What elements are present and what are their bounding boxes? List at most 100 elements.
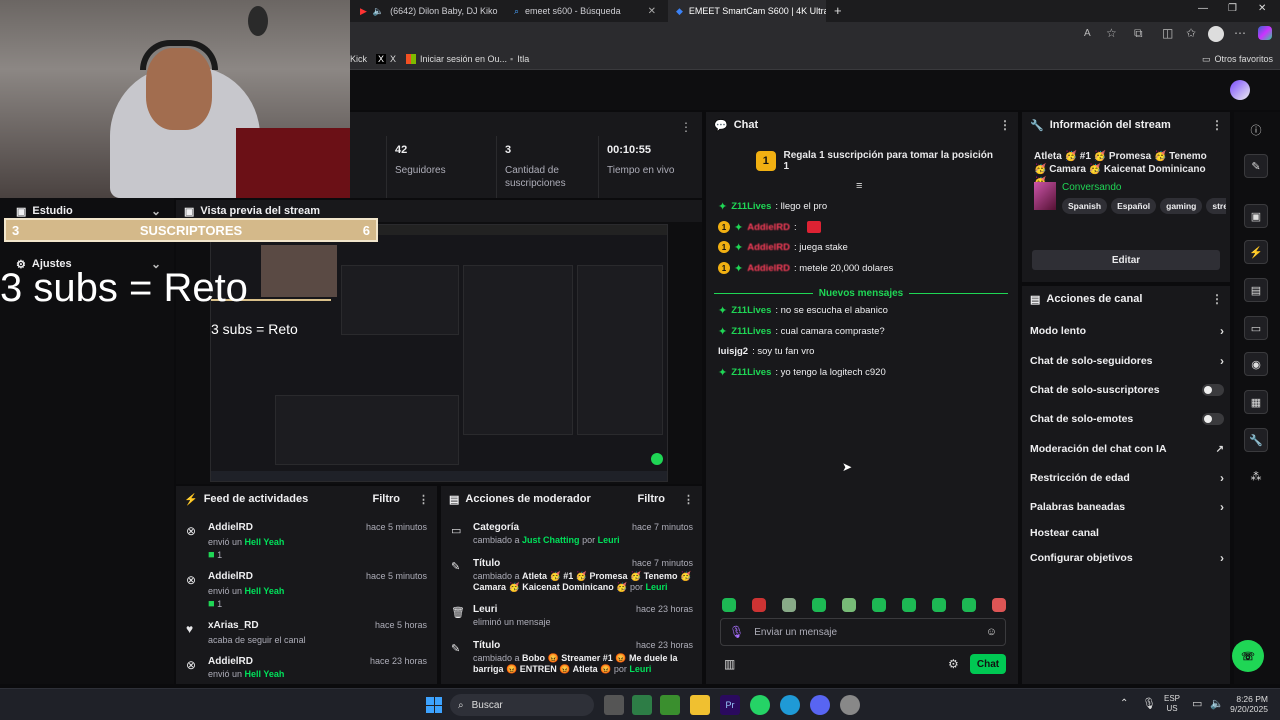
action-slow-mode[interactable]: Modo lento › (1030, 320, 1224, 342)
more-menu-icon[interactable]: ⋯ (1234, 26, 1246, 40)
maximize-button[interactable]: ❐ (1228, 3, 1237, 14)
close-icon[interactable]: ✕ (648, 6, 656, 17)
broadcast-icon[interactable]: ◉ (1244, 352, 1268, 376)
microphone-icon[interactable]: 🎙 (729, 625, 744, 639)
category-name[interactable]: Conversando (1062, 182, 1121, 193)
info-icon[interactable]: ⓘ (1244, 118, 1268, 142)
windows-start-icon[interactable] (426, 697, 442, 713)
pencil-icon[interactable]: ✎ (1244, 154, 1268, 178)
mod-detail-user[interactable]: Leuri (629, 664, 651, 674)
emote-button[interactable] (932, 598, 946, 612)
tag-pill[interactable]: Spanish (1062, 198, 1108, 214)
action-subscribers-only[interactable]: Chat de solo-suscriptores (1030, 379, 1224, 401)
chat-more-icon[interactable]: ⋮ (999, 118, 1011, 132)
extensions-icon[interactable]: ⧉ (1134, 26, 1143, 41)
stats-more-icon[interactable]: ⋮ (680, 120, 692, 134)
emote-button[interactable] (752, 598, 766, 612)
other-favorites[interactable]: ▭ Otros favoritos (1202, 48, 1273, 70)
emote-button[interactable] (782, 598, 796, 612)
network-icon[interactable]: ▭ (1192, 697, 1202, 710)
discord-icon[interactable] (810, 695, 830, 715)
browser-tab-youtube[interactable]: ▶ 🔈 (6642) Dilon Baby, DJ Kiko El ✕ (352, 0, 498, 22)
notes-icon[interactable]: ▤ (1244, 278, 1268, 302)
extensions-icon[interactable]: ⁂ (1244, 464, 1268, 488)
taskbar-search[interactable]: ⌕ Buscar (450, 694, 594, 716)
action-ai-moderation[interactable]: Moderación del chat con IA ↗ (1030, 438, 1224, 460)
subscribers-only-toggle[interactable] (1202, 384, 1224, 396)
language-indicator[interactable]: ESP US (1164, 694, 1180, 714)
favorite-x[interactable]: XX (376, 48, 396, 70)
close-window-button[interactable]: ✕ (1258, 3, 1266, 14)
minecraft-icon[interactable] (660, 695, 680, 715)
stream-preview-shortcut-icon[interactable]: ▣ (1244, 204, 1268, 228)
whatsapp-icon[interactable] (750, 695, 770, 715)
action-age-restriction[interactable]: Restricción de edad › (1030, 467, 1224, 489)
stream-info-more-icon[interactable]: ⋮ (1211, 118, 1223, 132)
gift-banner[interactable]: 1 Regala 1 suscripción para tomar la pos… (756, 150, 996, 172)
wrench-icon[interactable]: 🔧 (1244, 428, 1268, 452)
profile-avatar[interactable] (1208, 26, 1224, 42)
file-explorer-icon[interactable] (690, 695, 710, 715)
obs-icon[interactable] (840, 695, 860, 715)
mod-more-icon[interactable]: ⋮ (683, 493, 694, 506)
feed-more-icon[interactable]: ⋮ (418, 493, 429, 506)
stream-preview-video[interactable]: 3 subs = Reto (210, 224, 668, 482)
category-thumbnail[interactable] (1034, 182, 1056, 210)
tag-pill[interactable]: Español (1111, 198, 1157, 214)
premiere-icon[interactable]: Pr (720, 695, 740, 715)
channel-actions-more-icon[interactable]: ⋮ (1211, 292, 1223, 306)
mod-detail-user[interactable]: Leuri (598, 535, 620, 545)
favorites-icon[interactable]: ✩ (1186, 26, 1196, 40)
favorite-outlook[interactable]: Iniciar sesión en Ou... (406, 48, 507, 70)
emote-only-toggle[interactable] (1202, 413, 1224, 425)
star-icon[interactable]: ☆ (1106, 26, 1117, 40)
chat-username[interactable]: Z11Lives (731, 201, 771, 212)
action-followers-only[interactable]: Chat de solo-seguidores › (1030, 350, 1224, 372)
mod-filter-button[interactable]: Filtro (638, 493, 666, 505)
emoji-icon[interactable]: ☺ (986, 626, 997, 638)
read-aloud-icon[interactable]: A (1084, 28, 1091, 39)
tag-pill[interactable]: gaming (1160, 198, 1203, 214)
emote-button[interactable] (962, 598, 976, 612)
action-emote-only[interactable]: Chat de solo-emotes (1030, 408, 1224, 430)
tag-pill[interactable]: strea (1206, 198, 1226, 214)
emote-button[interactable] (722, 598, 736, 612)
mic-tray-icon[interactable]: 🎙 (1142, 697, 1156, 710)
user-avatar[interactable] (1230, 80, 1250, 100)
chat-username[interactable]: AddielRD (747, 222, 790, 233)
chat-bubble-icon[interactable]: ▭ (1244, 316, 1268, 340)
chat-username[interactable]: AddielRD (747, 242, 790, 253)
layout-icon[interactable]: ▦ (1244, 390, 1268, 414)
emote-button[interactable] (812, 598, 826, 612)
browser-tab-emeet[interactable]: ◆ EMEET SmartCam S600 | 4K Ultra ✕ (668, 0, 826, 22)
edge-icon[interactable] (780, 695, 800, 715)
chat-username[interactable]: Z11Lives (731, 367, 771, 378)
lightning-icon[interactable]: ⚡ (1244, 240, 1268, 264)
favorite-kick[interactable]: Kick (350, 48, 367, 70)
emote-button[interactable] (902, 598, 916, 612)
split-screen-icon[interactable]: ◫ (1162, 26, 1173, 40)
volume-icon[interactable]: 🔈 (1210, 697, 1224, 710)
store-icon[interactable] (632, 695, 652, 715)
chat-username[interactable]: AddielRD (747, 263, 790, 274)
emote-button[interactable] (872, 598, 886, 612)
feed-filter-button[interactable]: Filtro (373, 493, 401, 505)
support-chat-icon[interactable]: ☏ (1232, 640, 1264, 672)
copilot-icon[interactable] (1258, 26, 1272, 40)
emote-button[interactable] (992, 598, 1006, 612)
tray-expand-icon[interactable]: ⌃ (1120, 698, 1128, 709)
action-banned-words[interactable]: Palabras baneadas › (1030, 496, 1224, 518)
action-host-channel[interactable]: Hostear canal (1030, 522, 1224, 544)
action-configure-goals[interactable]: Configurar objetivos › (1030, 547, 1224, 569)
browser-tab-search[interactable]: ⌕ emeet s600 - Búsqueda ✕ (506, 0, 664, 22)
chat-username[interactable]: luisjg2 (718, 346, 748, 357)
chat-send-button[interactable]: Chat (970, 654, 1006, 674)
edit-button[interactable]: Editar (1032, 250, 1220, 270)
new-tab-button[interactable]: + (834, 3, 842, 18)
favorite-itla[interactable]: ▪ Itla (510, 48, 529, 70)
minimize-button[interactable]: — (1198, 3, 1208, 14)
clock[interactable]: 8:26 PM 9/20/2025 (1228, 694, 1268, 714)
emote-button[interactable] (842, 598, 856, 612)
chat-username[interactable]: Z11Lives (731, 305, 771, 316)
chat-input[interactable]: 🎙 Enviar un mensaje ☺ (720, 618, 1006, 646)
